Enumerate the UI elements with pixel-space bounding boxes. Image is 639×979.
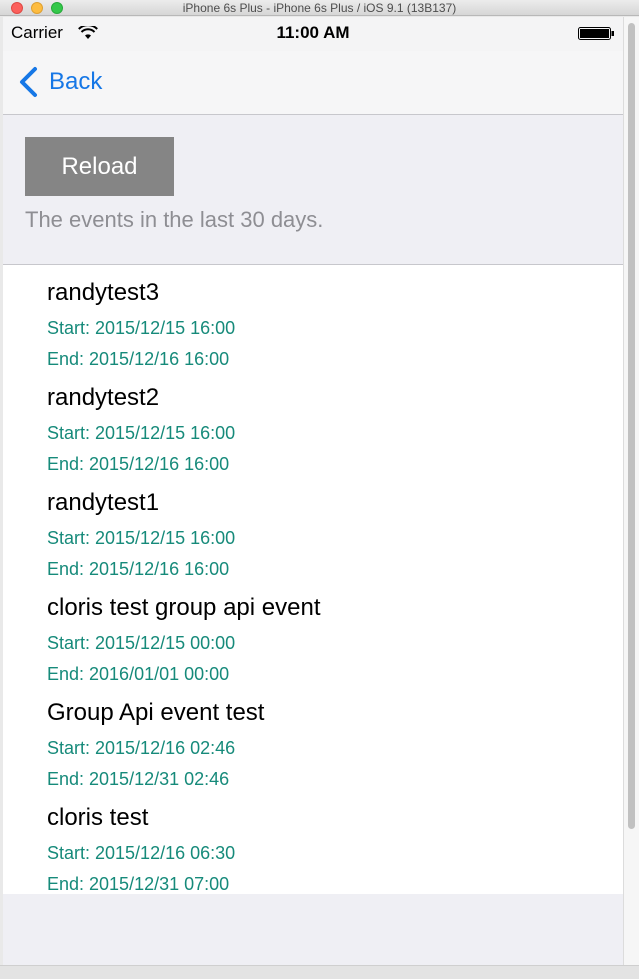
status-bar: Carrier 11:00 AM — [3, 17, 623, 51]
window-title: iPhone 6s Plus - iPhone 6s Plus / iOS 9.… — [182, 1, 457, 15]
chevron-left-icon — [20, 67, 37, 97]
events-list[interactable]: randytest3 Start: 2015/12/15 16:00 End: … — [3, 265, 623, 894]
event-end: End: 2016/01/01 00:00 — [47, 664, 230, 684]
list-item[interactable]: cloris test group api event Start: 2015/… — [3, 580, 623, 685]
event-name: cloris test group api event — [47, 594, 321, 621]
reload-button[interactable]: Reload — [25, 137, 174, 196]
back-button[interactable]: Back — [17, 65, 102, 99]
event-name: randytest1 — [47, 489, 160, 516]
list-item[interactable]: Group Api event test Start: 2015/12/16 0… — [3, 685, 623, 790]
event-name: cloris test — [47, 804, 149, 831]
event-name: Group Api event test — [47, 699, 265, 726]
event-start: Start: 2015/12/15 00:00 — [47, 633, 236, 653]
event-name: randytest3 — [47, 279, 160, 306]
event-start: Start: 2015/12/16 02:46 — [47, 738, 236, 758]
event-end: End: 2015/12/16 16:00 — [47, 349, 230, 369]
event-start: Start: 2015/12/15 16:00 — [47, 318, 236, 338]
window-bottom-edge — [0, 965, 639, 979]
scrollbar-thumb[interactable] — [628, 23, 635, 829]
event-end: End: 2015/12/31 02:46 — [47, 769, 230, 789]
event-end: End: 2015/12/16 16:00 — [47, 559, 230, 579]
event-start: Start: 2015/12/16 06:30 — [47, 843, 236, 863]
event-start: Start: 2015/12/15 16:00 — [47, 423, 236, 443]
header-area: Reload The events in the last 30 days. — [3, 115, 623, 265]
status-time: 11:00 AM — [276, 23, 350, 42]
window-titlebar: iPhone 6s Plus - iPhone 6s Plus / iOS 9.… — [0, 0, 639, 16]
back-label: Back — [49, 68, 103, 95]
event-name: randytest2 — [47, 384, 160, 411]
list-item[interactable]: randytest3 Start: 2015/12/15 16:00 End: … — [3, 265, 623, 370]
list-item[interactable]: randytest1 Start: 2015/12/15 16:00 End: … — [3, 475, 623, 580]
navigation-bar: Back — [3, 51, 623, 115]
list-item[interactable]: randytest2 Start: 2015/12/15 16:00 End: … — [3, 370, 623, 475]
bottom-empty-area — [3, 894, 623, 965]
device-screen: Carrier 11:00 AM Back Reload The events … — [3, 17, 623, 965]
events-subtitle: The events in the last 30 days. — [25, 207, 324, 232]
event-start: Start: 2015/12/15 16:00 — [47, 528, 236, 548]
event-end: End: 2015/12/16 16:00 — [47, 454, 230, 474]
list-item[interactable]: cloris test Start: 2015/12/16 06:30 End:… — [3, 790, 623, 894]
battery-icon — [578, 27, 614, 40]
window-scrollbar[interactable] — [623, 17, 639, 965]
event-end: End: 2015/12/31 07:00 — [47, 874, 230, 894]
